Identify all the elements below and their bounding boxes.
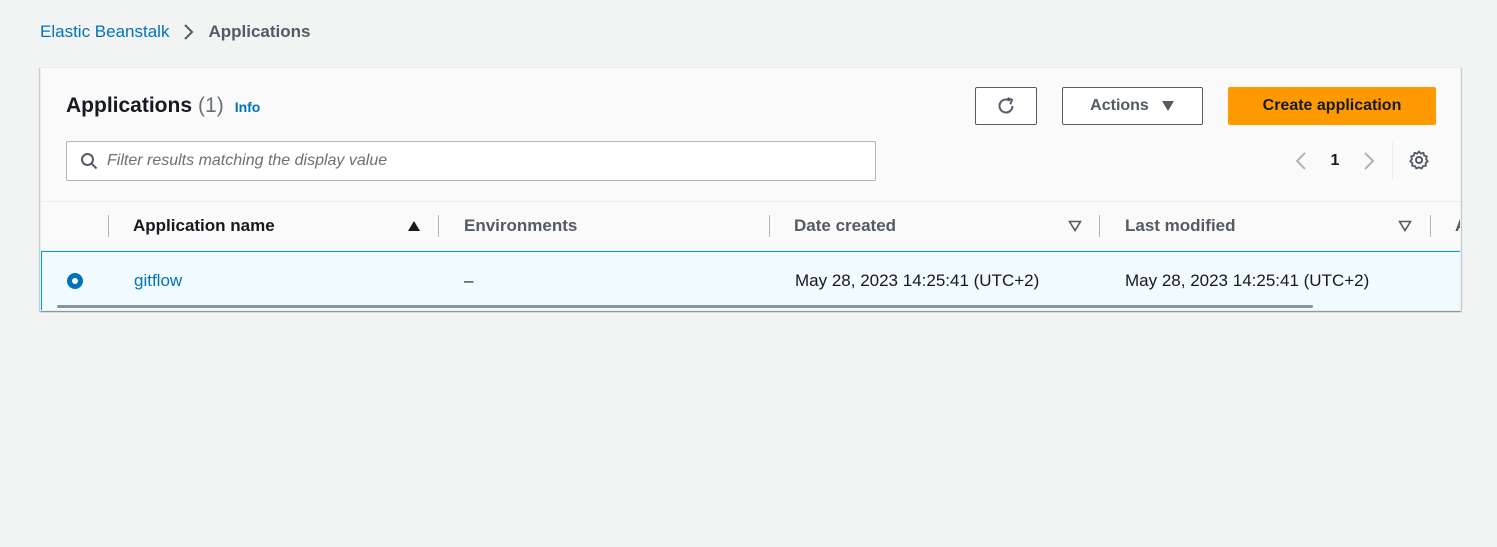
sort-descending-outline-icon[interactable] [1398,220,1412,232]
column-separator [1430,215,1431,237]
table-row[interactable]: gitflow – May 28, 2023 14:25:41 (UTC+2) … [41,251,1460,310]
refresh-icon [995,95,1017,117]
filter-field [66,141,876,181]
next-page-icon[interactable] [1359,151,1379,171]
last-modified-cell: May 28, 2023 14:25:41 (UTC+2) [1125,271,1370,290]
column-separator [769,215,770,237]
row-select-radio[interactable] [67,273,83,289]
filter-input[interactable] [107,152,847,170]
breadcrumb: Elastic Beanstalk Applications [40,20,310,44]
column-separator [108,215,109,237]
caret-down-icon [1161,100,1175,112]
table-header: Application name Environments Date creat… [41,201,1460,251]
horizontal-scrollbar[interactable] [57,305,1313,308]
actions-dropdown-button[interactable]: Actions [1062,87,1203,125]
page-number-button[interactable]: 1 [1311,152,1359,170]
column-separator [438,215,439,237]
sort-descending-outline-icon[interactable] [1068,220,1082,232]
column-header-last-modified[interactable]: Last modified [1125,202,1236,250]
application-name-link[interactable]: gitflow [134,271,182,291]
chevron-right-icon [182,23,194,41]
search-icon [80,152,98,170]
column-separator [1099,215,1100,237]
environments-cell: – [464,271,474,290]
applications-panel: Applications (1) Info Actions Create app… [40,67,1461,311]
radio-selected-dot [72,278,78,284]
create-application-button[interactable]: Create application [1228,87,1436,125]
column-header-environments[interactable]: Environments [464,202,577,250]
column-header-truncated[interactable]: A [1455,202,1460,250]
breadcrumb-elastic-beanstalk-link[interactable]: Elastic Beanstalk [40,22,169,42]
column-header-date-created[interactable]: Date created [794,202,896,250]
breadcrumb-current: Applications [208,22,311,41]
column-header-application-name[interactable]: Application name [133,202,275,250]
refresh-button[interactable] [975,87,1037,125]
applications-count: (1) [198,94,224,117]
pagination: 1 [1291,148,1379,174]
actions-label: Actions [1090,97,1149,114]
previous-page-icon[interactable] [1291,151,1311,171]
sort-ascending-icon[interactable] [407,220,421,232]
page-title: Applications [66,94,193,117]
info-link[interactable]: Info [235,99,261,115]
date-created-cell: May 28, 2023 14:25:41 (UTC+2) [795,271,1040,290]
gear-icon[interactable] [1408,149,1430,171]
panel-header: Applications (1) Info [66,94,260,118]
toolbar-divider [1392,142,1393,180]
